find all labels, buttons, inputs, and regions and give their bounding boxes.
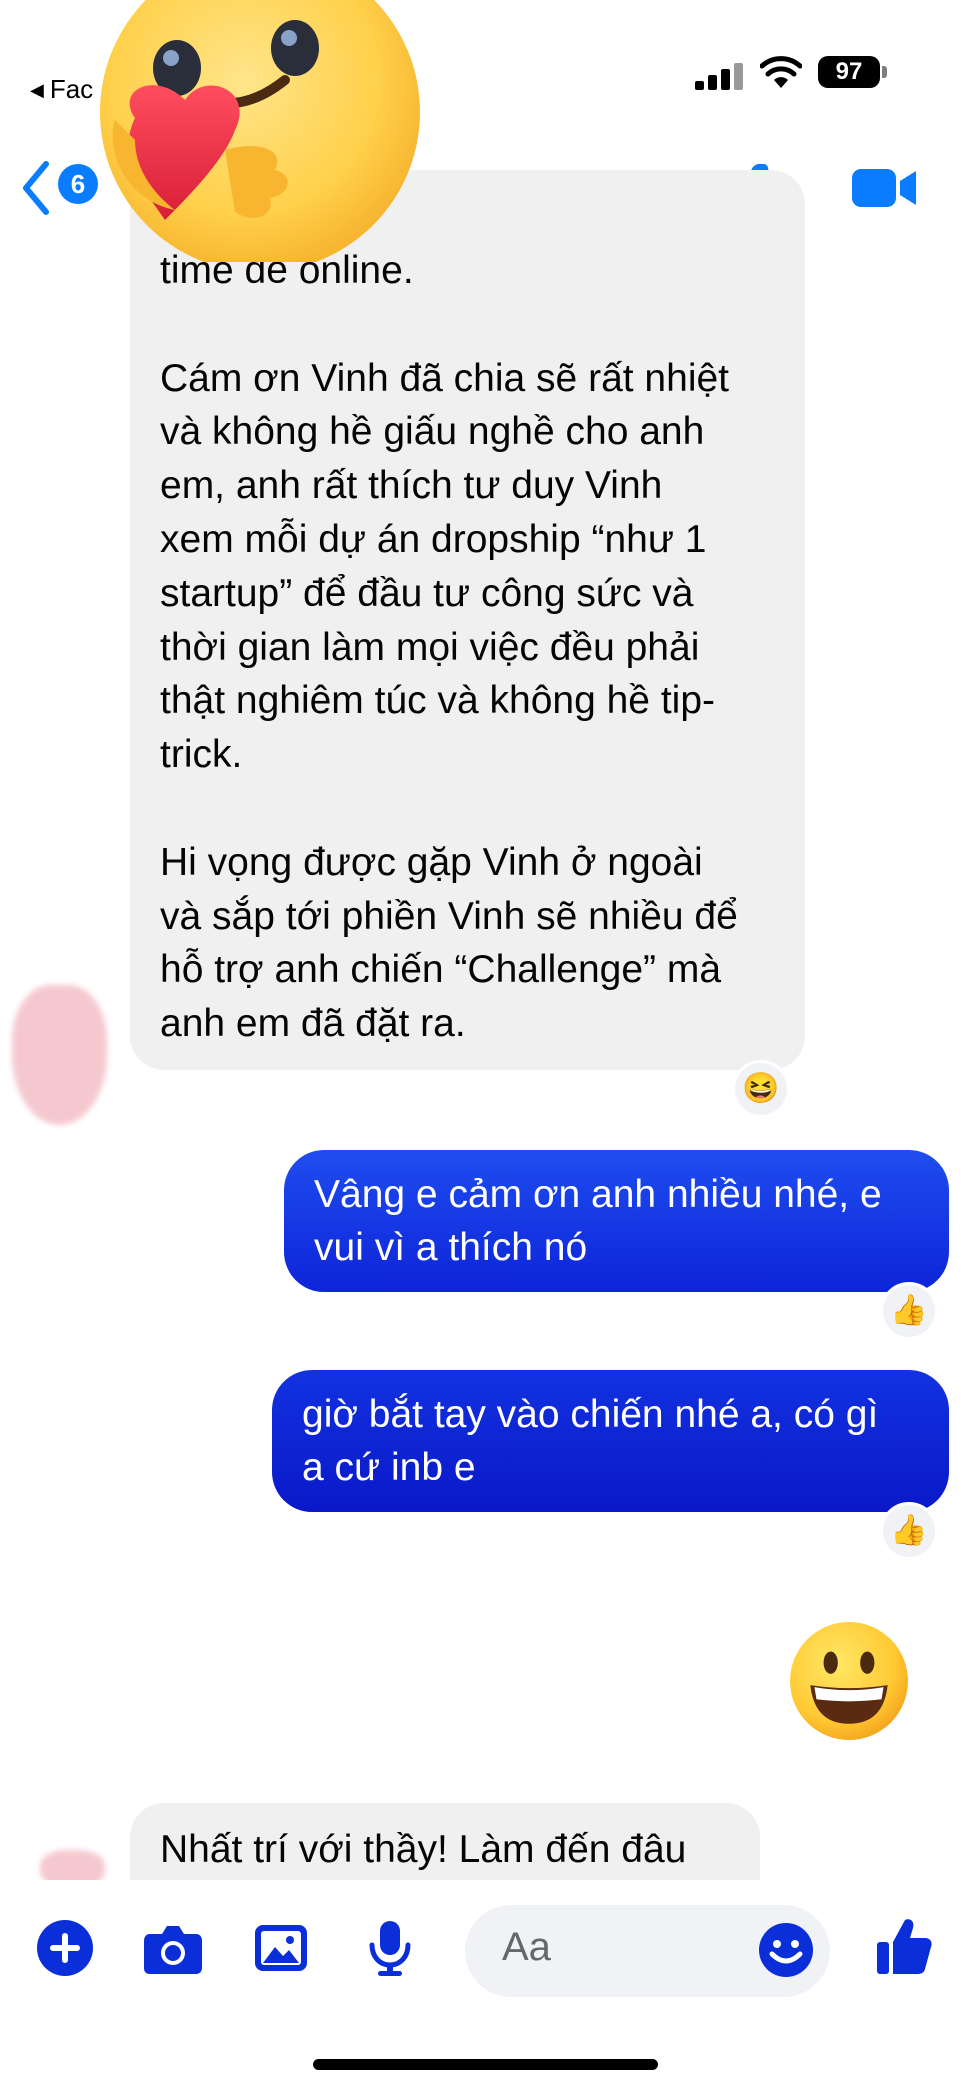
- back-app-label: Fac: [49, 74, 94, 104]
- back-triangle-icon: ◀: [30, 80, 44, 100]
- care-sticker: [100, 0, 420, 262]
- outgoing-message-text: Vâng e cảm ơn anh nhiều nhé, e vui vì a …: [314, 1173, 882, 1269]
- back-to-app[interactable]: ◀ Fac: [30, 74, 93, 105]
- smiley-icon[interactable]: [758, 1922, 814, 1978]
- grinning-face-emoji[interactable]: [788, 1620, 910, 1742]
- outgoing-message-text: giờ bắt tay vào chiến nhé a, có gì a cứ …: [302, 1393, 879, 1489]
- video-icon[interactable]: [850, 165, 918, 211]
- unread-count-badge[interactable]: 6: [58, 164, 98, 204]
- sender-avatar-redacted[interactable]: [12, 985, 107, 1125]
- wifi-icon: [760, 56, 802, 88]
- incoming-message-text: time để online. Cám ơn Vinh đã chia sẽ r…: [160, 249, 738, 1046]
- reaction-thumbs-up[interactable]: 👍: [880, 1282, 938, 1340]
- cellular-signal-icon: [695, 63, 745, 90]
- reaction-thumbs-up[interactable]: 👍: [880, 1502, 938, 1560]
- battery-indicator: 97: [818, 56, 880, 88]
- message-input-placeholder: Aa: [502, 1925, 551, 1969]
- reaction-laugh[interactable]: 😆: [732, 1060, 790, 1118]
- home-indicator[interactable]: [313, 2059, 658, 2070]
- back-chevron-icon[interactable]: [20, 160, 50, 216]
- plus-icon[interactable]: [36, 1919, 94, 1977]
- camera-icon[interactable]: [142, 1922, 204, 1976]
- incoming-message-text: Nhất trí với thầy! Làm đến đâu: [160, 1828, 687, 1871]
- image-icon[interactable]: [253, 1923, 309, 1973]
- thumbs-up-icon[interactable]: [875, 1916, 933, 1976]
- microphone-icon[interactable]: [368, 1919, 412, 1977]
- battery-tip: [882, 66, 887, 78]
